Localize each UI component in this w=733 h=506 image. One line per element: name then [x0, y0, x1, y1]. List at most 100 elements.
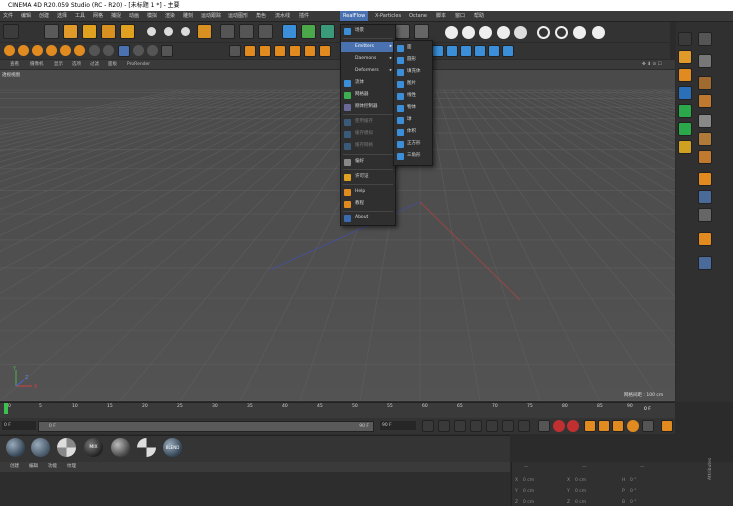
octane-icon-4[interactable]	[497, 26, 510, 39]
cube-icon[interactable]	[282, 24, 297, 39]
prev-key-icon[interactable]	[438, 420, 450, 432]
realflow-tool-icon[interactable]	[395, 24, 410, 39]
mode-icon-5[interactable]	[60, 45, 71, 56]
menu-mesh[interactable]: 网格	[90, 11, 106, 21]
coordinate-system-icon[interactable]	[197, 24, 212, 39]
menu-script[interactable]: 脚本	[433, 11, 449, 21]
key-grid-icon[interactable]	[642, 420, 654, 432]
menu-help[interactable]: 帮助	[471, 11, 487, 21]
menu-tools[interactable]: 工具	[72, 11, 88, 21]
viewport-menu-panel[interactable]: 面板	[108, 60, 117, 69]
playhead[interactable]	[4, 403, 8, 414]
render-picture-viewer-icon[interactable]	[239, 24, 254, 39]
realflow-item-fluid[interactable]: 流体	[341, 78, 395, 88]
sparkle-icon[interactable]	[678, 50, 692, 64]
attributes-side-tab[interactable]: Attributes	[708, 458, 713, 480]
viewport-menu-prorender[interactable]: ProRender	[127, 60, 150, 69]
menu-plugins[interactable]: 插件	[296, 11, 312, 21]
octane-icon-7[interactable]	[555, 26, 568, 39]
xp-icon-6[interactable]	[502, 45, 514, 57]
magnet-icon[interactable]	[698, 232, 712, 246]
z-axis-icon[interactable]	[179, 25, 192, 38]
emitter-item-square[interactable]: 正方形	[394, 139, 432, 149]
frame-icon[interactable]	[229, 45, 241, 57]
lock-icon[interactable]	[161, 45, 173, 57]
emitter-item-sphere[interactable]: 球	[394, 115, 432, 125]
realflow-item-deformers[interactable]: Deformers ▸	[341, 66, 395, 76]
keyframe-icon-1[interactable]	[244, 45, 256, 57]
coord-x-pos[interactable]: 0 cm	[523, 478, 534, 483]
layers-icon[interactable]	[698, 76, 712, 90]
keyframe-icon-5[interactable]	[304, 45, 316, 57]
menu-sculpt[interactable]: 雕刻	[180, 11, 196, 21]
record-icon[interactable]	[553, 420, 565, 432]
s-icon[interactable]	[678, 68, 692, 82]
material-mix[interactable]: MIX	[84, 438, 103, 457]
emitter-item-linear[interactable]: 线性	[394, 91, 432, 101]
material-ball-1[interactable]	[6, 438, 25, 457]
emitter-item-plane[interactable]: 面	[394, 43, 432, 53]
octane-icon-6[interactable]	[537, 26, 550, 39]
realflow-item-scene[interactable]: 场景	[341, 26, 395, 36]
keyframe-icon-2[interactable]	[259, 45, 271, 57]
key-move-icon[interactable]	[584, 420, 596, 432]
add-icon[interactable]	[120, 24, 135, 39]
viewport-menu-filter[interactable]: 过滤	[90, 60, 99, 69]
go-to-start-icon[interactable]	[422, 420, 434, 432]
realflow-item-help[interactable]: Help	[341, 187, 395, 197]
snap-icon[interactable]	[118, 45, 130, 57]
bottom-menu-create[interactable]: 创建	[10, 462, 19, 472]
l-icon[interactable]	[698, 172, 712, 186]
s-circle-icon[interactable]	[698, 208, 712, 222]
material-blend[interactable]: BLEND	[163, 438, 182, 457]
realflow-item-license[interactable]: 许可证	[341, 172, 395, 182]
render-view-icon[interactable]	[220, 24, 235, 39]
download-icon[interactable]	[678, 32, 692, 46]
bottom-menu-texture[interactable]: 纹理	[67, 462, 76, 472]
viewport-nav-icons[interactable]: ✥ ⬇ ⊙ ☐	[642, 60, 662, 69]
realflow-item-tutorials[interactable]: 教程	[341, 199, 395, 209]
autokey-icon[interactable]	[567, 420, 579, 432]
cylinder-icon[interactable]	[698, 114, 712, 128]
stack-icon[interactable]	[698, 256, 712, 270]
scale-icon[interactable]	[82, 24, 97, 39]
menu-character[interactable]: 角色	[253, 11, 269, 21]
record-keys-icon[interactable]	[538, 420, 550, 432]
emitter-item-fill[interactable]: 填充体	[394, 67, 432, 77]
mode-icon-7[interactable]	[89, 45, 100, 56]
go-to-end-icon[interactable]	[518, 420, 530, 432]
coord-z-pos[interactable]: 0 cm	[523, 500, 534, 505]
y-axis-icon[interactable]	[162, 25, 175, 38]
next-key-icon[interactable]	[502, 420, 514, 432]
render-settings-icon[interactable]	[258, 24, 273, 39]
pen-icon[interactable]	[301, 24, 316, 39]
select-cursor-icon[interactable]	[44, 24, 59, 39]
key-rotate-icon[interactable]	[598, 420, 610, 432]
next-frame-icon[interactable]	[486, 420, 498, 432]
bottom-menu-function[interactable]: 功能	[48, 462, 57, 472]
xp-icon-5[interactable]	[488, 45, 500, 57]
menu-create[interactable]: 创建	[36, 11, 52, 21]
key-param-icon[interactable]	[627, 420, 639, 432]
perspective-viewport[interactable]	[0, 70, 675, 401]
octane-icon-2[interactable]	[462, 26, 475, 39]
mode-icon-10[interactable]	[147, 45, 158, 56]
mode-icon-2[interactable]	[18, 45, 29, 56]
realflow-item-rigid-body[interactable]: 刚体控制器	[341, 102, 395, 112]
spiral-icon[interactable]	[678, 104, 692, 118]
end-frame-field[interactable]: 90 F	[380, 421, 416, 430]
keyframe-icon-6[interactable]	[319, 45, 331, 57]
viewport-menu-camera[interactable]: 摄像机	[30, 60, 44, 69]
cube-orange-icon[interactable]	[698, 94, 712, 108]
emitter-item-circle[interactable]: 圆形	[394, 55, 432, 65]
coord-z-size[interactable]: 0 cm	[575, 500, 586, 505]
realflow-item-use-cache[interactable]: 使用缓存	[341, 117, 395, 127]
start-frame-field[interactable]: 0 F	[2, 421, 36, 430]
material-ball-6[interactable]	[137, 438, 156, 457]
octane-icon-9[interactable]	[592, 26, 605, 39]
realflow-item-about[interactable]: About	[341, 213, 395, 223]
xp-icon-4[interactable]	[474, 45, 486, 57]
mode-icon-4[interactable]	[46, 45, 57, 56]
realflow-item-mesher[interactable]: 网格器	[341, 90, 395, 100]
octane-icon-8[interactable]	[573, 26, 586, 39]
